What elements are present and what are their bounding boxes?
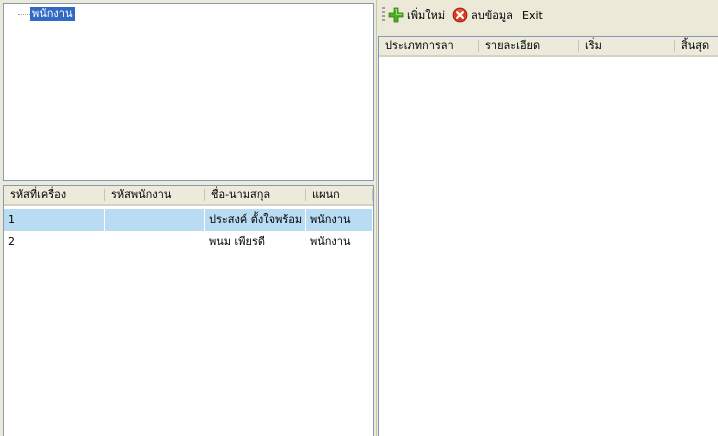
cell-machine-id: 1 — [4, 209, 105, 231]
col-start[interactable]: เริ่ม — [579, 37, 675, 55]
employee-grid[interactable]: รหัสที่เครื่อง รหัสพนักงาน ชื่อ-นามสกุล … — [3, 185, 374, 436]
col-leave-type[interactable]: ประเภทการลา — [379, 37, 479, 55]
add-new-button[interactable]: เพิ่มใหม่ — [388, 5, 445, 25]
employee-tree[interactable]: พนักงาน — [3, 3, 374, 181]
col-full-name[interactable]: ชื่อ-นามสกุล — [205, 186, 306, 204]
col-employee-id[interactable]: รหัสพนักงาน — [105, 186, 205, 204]
cell-employee-id — [105, 231, 205, 253]
col-end[interactable]: สิ้นสุด — [675, 37, 718, 55]
delete-button[interactable]: ลบข้อมูล — [452, 5, 513, 25]
tree-node-employees[interactable]: พนักงาน — [30, 7, 75, 21]
delete-icon — [452, 7, 468, 23]
leave-grid[interactable]: ประเภทการลา รายละเอียด เริ่ม สิ้นสุด — [378, 36, 718, 436]
cell-department: พนักงาน — [310, 235, 351, 248]
col-machine-id[interactable]: รหัสที่เครื่อง — [4, 186, 105, 204]
cell-department: พนักงาน — [306, 209, 373, 231]
vertical-splitter[interactable] — [376, 0, 377, 436]
cell-full-name: ประสงค์ ตั้งใจพร้อม — [205, 209, 306, 231]
plus-icon — [388, 7, 404, 23]
cell-full-name: พนม เพียรดี — [209, 235, 266, 248]
exit-button[interactable]: Exit — [522, 5, 543, 25]
employee-grid-header: รหัสที่เครื่อง รหัสพนักงาน ชื่อ-นามสกุล … — [4, 186, 373, 206]
delete-label: ลบข้อมูล — [471, 9, 513, 22]
add-new-label: เพิ่มใหม่ — [407, 9, 446, 22]
col-details[interactable]: รายละเอียด — [479, 37, 579, 55]
tree-connector — [18, 14, 30, 15]
cell-machine-id: 2 — [8, 235, 15, 248]
toolbar: เพิ่มใหม่ ลบข้อมูล Exit — [378, 3, 718, 27]
leave-grid-header: ประเภทการลา รายละเอียด เริ่ม สิ้นสุด — [379, 37, 718, 57]
table-row[interactable]: 2 พนม เพียรดี พนักงาน — [4, 231, 373, 253]
col-department[interactable]: แผนก — [306, 186, 373, 204]
toolbar-grip[interactable] — [382, 7, 385, 23]
cell-employee-id — [105, 209, 205, 231]
table-row[interactable]: 1 ประสงค์ ตั้งใจพร้อม พนักงาน — [4, 209, 373, 231]
